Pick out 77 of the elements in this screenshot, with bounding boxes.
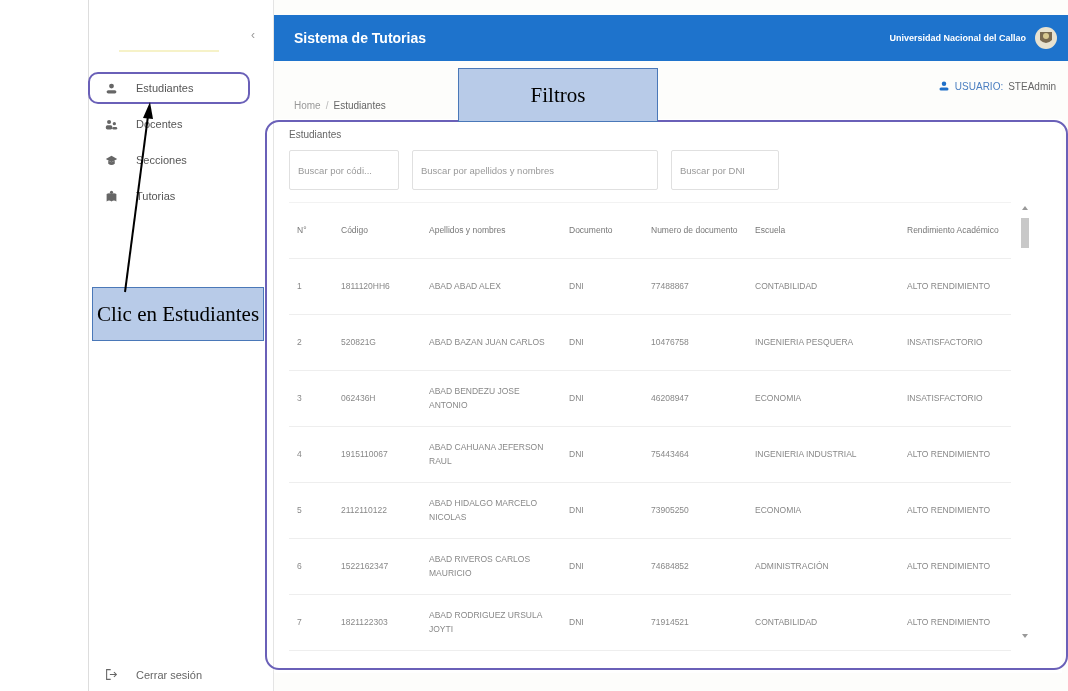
breadcrumb-separator: / <box>325 100 329 111</box>
table-cell-text: 10476758 <box>650 335 690 349</box>
search-field[interactable]: Buscar por códi... <box>289 150 399 190</box>
table-cell-text: CONTABILIDAD <box>754 615 819 629</box>
column-header: N° <box>296 223 308 237</box>
table-cell-text: ADMINISTRACIÓN <box>754 559 830 573</box>
table-cell-text: DNI <box>568 559 585 573</box>
table-cell-text: 1821122303 <box>340 615 389 629</box>
search-field[interactable]: Buscar por apellidos y nombres <box>412 150 658 190</box>
table-cell-text: ABAD BENDEZU JOSE ANTONIO <box>428 384 521 412</box>
card-title: Estudiantes <box>289 129 343 140</box>
table-cell-text: ALTO RENDIMIENTO <box>906 615 992 629</box>
table-cell-text: 74684852 <box>650 559 690 573</box>
table-cell-text: 73905250 <box>650 503 690 517</box>
table-cell-text: DNI <box>568 335 585 349</box>
column-header: Documento <box>568 223 614 237</box>
table-cell-text: ECONOMIA <box>754 503 803 517</box>
logout-button[interactable]: Cerrar sesión <box>89 668 273 681</box>
table-cell-text: ABAD RODRIGUEZ URSULA JOYTI <box>428 608 544 636</box>
table-cell-text: INGENIERIA PESQUERA <box>754 335 855 349</box>
table-cell-text: INSATISFACTORIO <box>906 391 984 405</box>
column-header: Apellidos y nombres <box>428 223 507 237</box>
column-header: Escuela <box>754 223 787 237</box>
table-cell-text: DNI <box>568 279 585 293</box>
table-cell-text: 1522162347 <box>340 559 390 573</box>
callout-label: Clic en Estudiantes <box>92 287 264 341</box>
table-cell-text: 3 <box>296 391 303 405</box>
table-cell-text: DNI <box>568 391 585 405</box>
table-cell-text: ABAD HIDALGO MARCELO NICOLAS <box>428 496 539 524</box>
table-cell-text: 75443464 <box>650 447 690 461</box>
column-header: Código <box>340 223 369 237</box>
logout-icon <box>105 668 118 681</box>
table-cell-text: DNI <box>568 503 585 517</box>
person-icon <box>105 81 118 95</box>
table-cell-text: 5 <box>296 503 303 517</box>
table-cell-text: 7 <box>296 615 303 629</box>
table-cell-text: ABAD ABAD ALEX <box>428 279 502 293</box>
table-cell-text: DNI <box>568 615 585 629</box>
callout-label: Filtros <box>458 68 658 122</box>
column-header: Rendimiento Académico <box>906 223 1000 237</box>
book-icon <box>105 189 118 203</box>
table-cell-text: ABAD BAZAN JUAN CARLOS <box>428 335 546 349</box>
table-cell-text: CONTABILIDAD <box>754 279 819 293</box>
table-cell-text: 2 <box>296 335 303 349</box>
table-cell-text: 77488867 <box>650 279 690 293</box>
user-label: USUARIO: <box>954 80 1004 92</box>
table-cell-text: INSATISFACTORIO <box>906 335 984 349</box>
table-cell-text: 520821G <box>340 335 377 349</box>
user-icon <box>937 80 950 92</box>
table-cell-text: ABAD CAHUANA JEFERSON RAUL <box>428 440 545 468</box>
sidebar-item[interactable]: Estudiantes <box>89 78 273 98</box>
table-cell-text: DNI <box>568 447 585 461</box>
table-cell-text: ABAD RIVEROS CARLOS MAURICIO <box>428 552 532 580</box>
table-cell-text: 062436H <box>340 391 377 405</box>
user-name: STEAdmin <box>1008 80 1056 92</box>
table-cell-text: 2112110122 <box>340 503 388 517</box>
table-cell-text: 71914521 <box>650 615 690 629</box>
crest-icon <box>1034 26 1058 50</box>
graduation-cap-icon <box>105 153 118 167</box>
breadcrumb-current: Estudiantes <box>333 100 386 111</box>
table-cell-text: 4 <box>296 447 303 461</box>
table-cell-text: ALTO RENDIMIENTO <box>906 279 992 293</box>
university-name: Universidad Nacional del Callao <box>889 33 1026 43</box>
table-cell-text: 1811120HH6 <box>340 279 391 293</box>
search-field[interactable]: Buscar por DNI <box>671 150 779 190</box>
table-cell-text: 46208947 <box>650 391 690 405</box>
column-header: Numero de documento <box>650 223 739 237</box>
table-cell-text: ALTO RENDIMIENTO <box>906 503 992 517</box>
people-icon <box>105 117 118 131</box>
table-cell-text: 1915110067 <box>340 447 389 461</box>
table-cell-text: ALTO RENDIMIENTO <box>906 559 992 573</box>
app-title: Sistema de Tutorias <box>294 30 427 46</box>
table-cell-text: 6 <box>296 559 303 573</box>
table-cell-text: ALTO RENDIMIENTO <box>906 447 992 461</box>
table-cell-text: ECONOMIA <box>754 391 803 405</box>
table-cell-text: 1 <box>296 279 303 293</box>
table-cell-text: INGENIERIA INDUSTRIAL <box>754 447 858 461</box>
